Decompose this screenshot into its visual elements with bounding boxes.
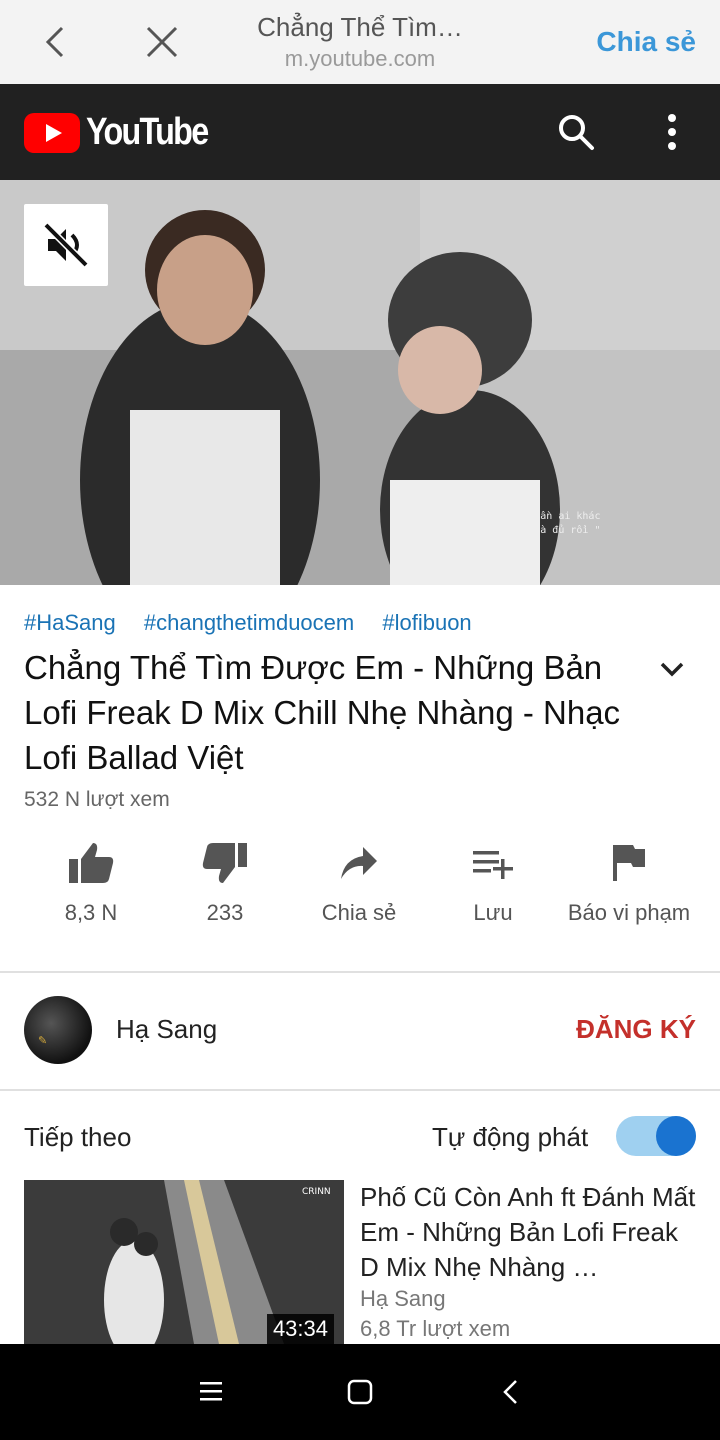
browser-share-button[interactable]: Chia sẻ — [596, 26, 696, 58]
system-nav-bar — [0, 1344, 720, 1440]
home-icon[interactable] — [346, 1378, 374, 1406]
back-arrow-icon[interactable] — [36, 20, 76, 64]
mute-button[interactable] — [24, 204, 108, 286]
hashtag-link[interactable]: #lofibuon — [382, 610, 471, 635]
thumb-down-icon — [202, 843, 247, 883]
search-icon[interactable] — [556, 112, 596, 152]
next-video-thumbnail[interactable]: CRINN 43:34 — [24, 1180, 344, 1344]
lyric-line: #122020 — [462, 539, 505, 550]
like-count: 8,3 N — [64, 900, 118, 925]
avatar-signature: ✎ — [38, 1035, 48, 1047]
video-title[interactable]: Chẳng Thể Tìm Được Em - Những Bản Lofi F… — [24, 645, 644, 780]
video-player[interactable]: " Tôi không cần ai khác Có câu thôi là đ… — [0, 180, 720, 585]
video-overlay-lyrics: " Tôi không cần ai khác Có câu thôi là đ… — [462, 510, 600, 552]
lyric-line: " Tôi không cần ai khác — [462, 511, 601, 522]
video-frame-image — [0, 180, 720, 585]
close-icon[interactable] — [142, 22, 182, 62]
browser-url[interactable]: m.youtube.com — [230, 46, 490, 72]
video-actions: 8,3 N 233 Chia sẻ Lưu Báo vi phạm — [0, 838, 720, 968]
lyric-line: Có câu thôi là đủ rồi " — [462, 525, 601, 536]
divider — [0, 971, 720, 973]
hashtag-link[interactable]: #HaSang — [24, 610, 116, 635]
video-duration: 43:34 — [266, 1314, 334, 1344]
share-label: Chia sẻ — [321, 900, 397, 925]
save-label: Lưu — [473, 900, 513, 925]
youtube-logo[interactable]: YouTube — [24, 111, 229, 154]
report-button[interactable]: Báo vi phạm — [562, 838, 696, 926]
youtube-play-icon — [24, 112, 80, 153]
browser-page-title: Chẳng Thể Tìm… — [257, 12, 463, 42]
more-vert-icon[interactable] — [658, 112, 686, 152]
playlist-add-icon — [473, 851, 513, 879]
autoplay-toggle[interactable] — [616, 1116, 696, 1156]
next-video-title[interactable]: Phố Cũ Còn Anh ft Đánh Mất Em - Những Bả… — [360, 1180, 696, 1285]
channel-name[interactable]: Hạ Sang — [116, 1014, 217, 1045]
hashtag-list: #HaSang #changthetimduocem #lofibuon — [24, 610, 494, 636]
save-button[interactable]: Lưu — [426, 838, 560, 926]
hashtag-link[interactable]: #changthetimduocem — [144, 610, 354, 635]
dislike-button[interactable]: 233 — [158, 838, 292, 926]
like-button[interactable]: 8,3 N — [24, 838, 158, 926]
view-count: 532 N lượt xem — [24, 788, 170, 811]
flag-icon — [613, 845, 645, 881]
volume-off-icon — [43, 222, 89, 268]
share-button[interactable]: Chia sẻ — [292, 838, 426, 926]
divider — [0, 1089, 720, 1091]
autoplay-label: Tự động phát — [432, 1122, 589, 1152]
report-label: Báo vi phạm — [567, 900, 691, 925]
toggle-knob — [656, 1116, 696, 1156]
youtube-logo-text: YouTube — [86, 111, 209, 153]
next-video-views: 6,8 Tr lượt xem — [360, 1316, 511, 1341]
share-arrow-icon — [341, 847, 377, 879]
system-back-icon[interactable] — [500, 1378, 522, 1406]
svg-text:CRINN: CRINN — [302, 1187, 331, 1197]
thumb-up-icon — [69, 843, 114, 883]
channel-avatar[interactable]: ✎ — [24, 996, 92, 1064]
chevron-down-icon[interactable] — [656, 656, 688, 684]
dislike-count: 233 — [206, 900, 244, 925]
youtube-header: YouTube — [0, 84, 720, 180]
next-video-channel: Hạ Sang — [360, 1286, 446, 1311]
channel-row: ✎ Hạ Sang ĐĂNG KÝ — [24, 996, 696, 1066]
up-next-heading: Tiếp theo — [24, 1122, 132, 1152]
subscribe-button[interactable]: ĐĂNG KÝ — [576, 1014, 696, 1045]
browser-toolbar: Chẳng Thể Tìm… m.youtube.com Chia sẻ — [0, 0, 720, 84]
recent-apps-icon[interactable] — [198, 1378, 224, 1404]
